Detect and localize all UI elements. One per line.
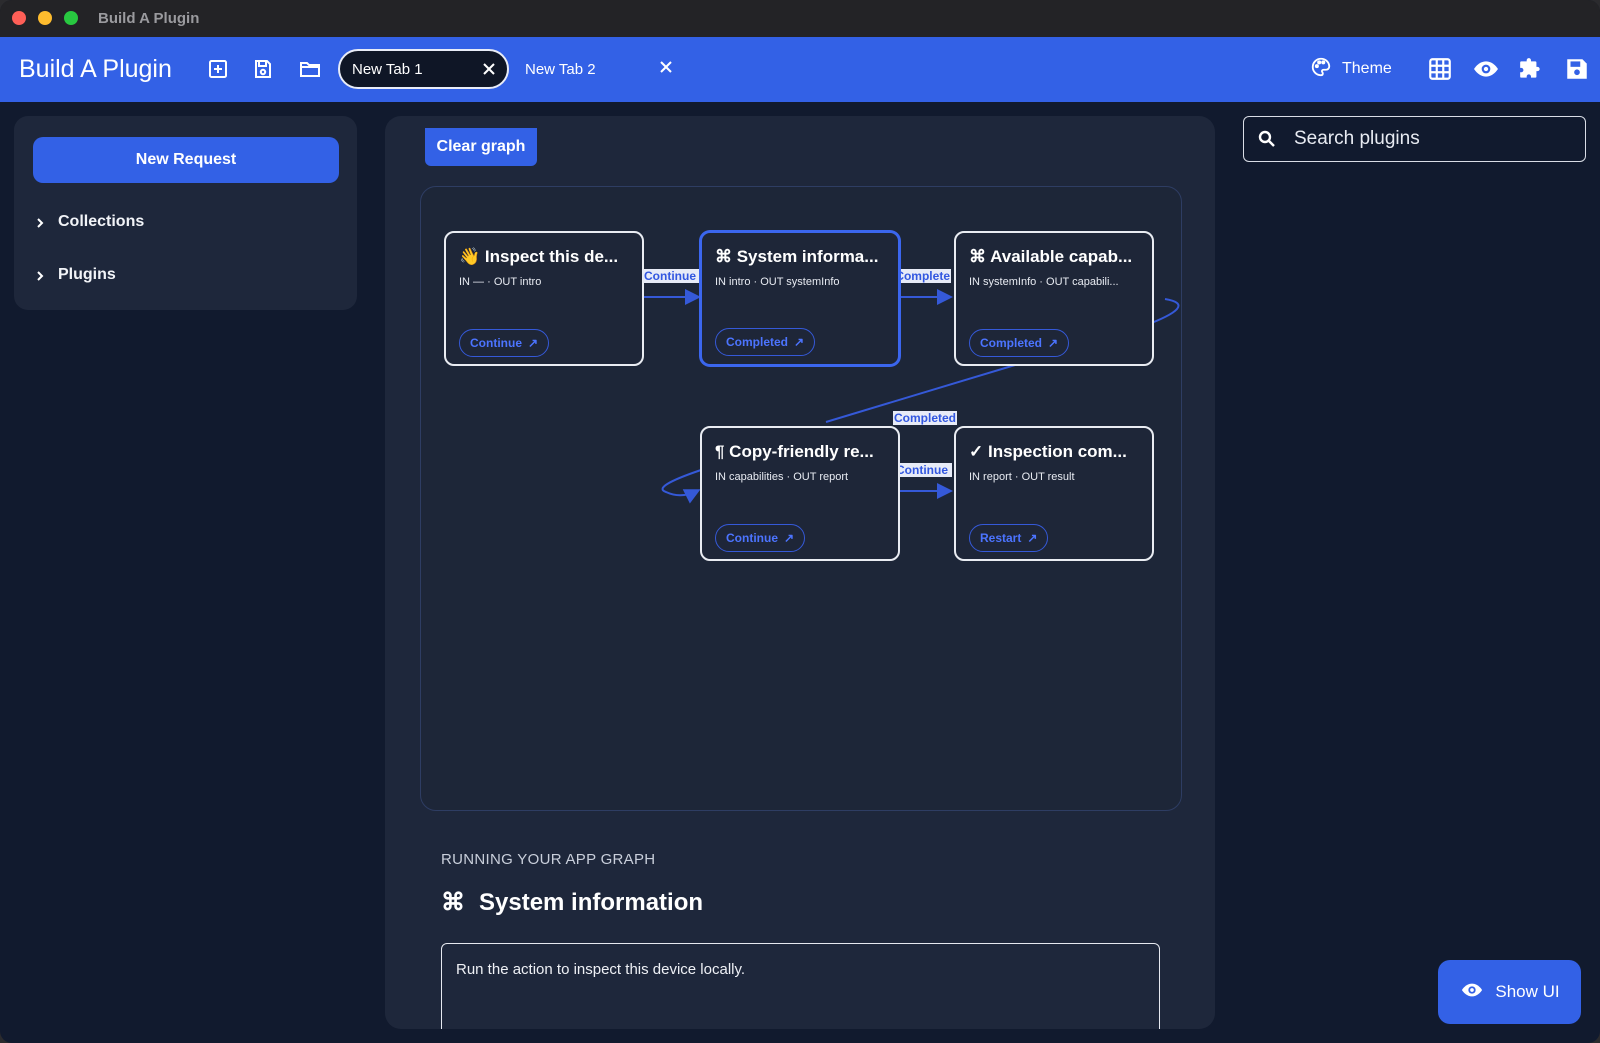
node-io: IN capabilities · OUT report	[715, 471, 849, 483]
show-ui-label: Show UI	[1495, 982, 1560, 1001]
arrow-up-right-icon: ↗	[1048, 336, 1059, 350]
edge-label: Completed	[893, 411, 958, 425]
node-title: ⌘ System informa...	[715, 247, 879, 266]
node-action-label: Completed	[726, 335, 789, 349]
close-window-button[interactable]	[12, 11, 26, 25]
node-title: ¶ Copy-friendly re...	[715, 442, 874, 461]
add-tab-icon[interactable]	[206, 57, 230, 81]
main-panel: Clear graph Continue Complete Completed …	[385, 116, 1215, 1029]
graph-node[interactable]: ⌘ Available capab... IN systemInfo · OUT…	[954, 231, 1154, 366]
node-action-label: Restart	[980, 531, 1022, 545]
search-icon	[1258, 130, 1276, 148]
arrow-up-right-icon: ↗	[784, 531, 795, 545]
node-action-button[interactable]: Continue ↗	[459, 329, 550, 357]
graph-node[interactable]: ¶ Copy-friendly re... IN capabilities · …	[700, 426, 900, 561]
node-title: 👋 Inspect this de...	[459, 247, 619, 266]
edge-label: Continue	[643, 269, 699, 283]
graph-node[interactable]: ✓ Inspection com... IN report · OUT resu…	[954, 426, 1154, 561]
graph-node[interactable]: 👋 Inspect this de... IN — · OUT intro Co…	[444, 231, 644, 366]
folder-icon[interactable]	[298, 57, 322, 81]
search-box	[1243, 116, 1586, 162]
show-ui-button[interactable]: Show UI	[1438, 960, 1581, 1024]
graph-canvas[interactable]: Continue Complete Completed Continue 👋 I…	[420, 186, 1182, 811]
arrow-up-right-icon: ↗	[794, 335, 805, 349]
tab-new-tab-2[interactable]: New Tab 2	[510, 49, 688, 89]
puzzle-icon[interactable]	[1518, 56, 1544, 82]
palette-icon	[1310, 56, 1332, 83]
sidebar-item-label: Collections	[58, 213, 145, 230]
close-icon[interactable]	[481, 61, 497, 77]
app-window: Build A Plugin Build A Plugin New Tab 1 …	[0, 0, 1600, 1043]
app-header: Build A Plugin New Tab 1 New Tab 2 Theme	[0, 37, 1600, 102]
node-title: ⌘ Available capab...	[969, 247, 1133, 266]
theme-button[interactable]: Theme	[1310, 57, 1392, 81]
sidebar-item-collections[interactable]: Collections	[34, 213, 144, 231]
grid-icon[interactable]	[1427, 56, 1453, 82]
node-action-button[interactable]: Completed ↗	[715, 328, 816, 356]
node-action-button[interactable]: Restart ↗	[969, 524, 1049, 552]
sidebar: New Request Collections Plugins	[14, 116, 357, 310]
node-action-button[interactable]: Completed ↗	[969, 329, 1070, 357]
graph-node[interactable]: ⌘ System informa... IN intro · OUT syste…	[700, 231, 900, 366]
node-action-label: Continue	[726, 531, 778, 545]
close-icon[interactable]	[658, 59, 674, 75]
eye-icon	[1459, 979, 1485, 1006]
node-action-label: Continue	[470, 336, 522, 350]
node-io: IN intro · OUT systemInfo	[715, 276, 840, 288]
running-section-label: RUNNING YOUR APP GRAPH	[441, 851, 656, 868]
title-bar: Build A Plugin	[0, 0, 1600, 37]
node-action-button[interactable]: Continue ↗	[715, 524, 806, 552]
arrow-up-right-icon: ↗	[528, 336, 539, 350]
node-io: IN report · OUT result	[969, 471, 1075, 483]
clear-graph-button[interactable]: Clear graph	[425, 128, 537, 166]
zoom-window-button[interactable]	[64, 11, 78, 25]
tab-label: New Tab 1	[352, 60, 423, 78]
running-title-text: System information	[479, 888, 704, 916]
output-text: Run the action to inspect this device lo…	[456, 961, 746, 978]
save-icon[interactable]	[251, 57, 275, 81]
running-title: ⌘ System information	[441, 888, 703, 917]
node-title: ✓ Inspection com...	[969, 442, 1127, 461]
node-action-label: Completed	[980, 336, 1043, 350]
command-icon: ⌘	[441, 889, 465, 916]
window-title: Build A Plugin	[98, 10, 200, 27]
sidebar-item-label: Plugins	[58, 266, 116, 283]
arrow-up-right-icon: ↗	[1027, 531, 1038, 545]
new-request-button[interactable]: New Request	[33, 137, 339, 183]
node-io: IN systemInfo · OUT capabili...	[969, 276, 1119, 288]
edge-3-4-end	[661, 469, 702, 504]
chevron-right-icon	[34, 269, 46, 281]
search-input[interactable]	[1294, 117, 1574, 160]
edge-label: Continue	[895, 463, 952, 477]
minimize-window-button[interactable]	[38, 11, 52, 25]
tab-label: New Tab 2	[525, 60, 596, 78]
eye-icon[interactable]	[1472, 56, 1500, 82]
theme-label: Theme	[1342, 60, 1392, 77]
node-io: IN — · OUT intro	[459, 276, 542, 288]
chevron-right-icon	[34, 216, 46, 228]
output-box: Run the action to inspect this device lo…	[441, 943, 1160, 1029]
save-icon[interactable]	[1564, 56, 1590, 82]
tab-new-tab-1[interactable]: New Tab 1	[338, 49, 509, 89]
edge-label: Complete	[895, 269, 951, 283]
app-title: Build A Plugin	[19, 55, 172, 83]
sidebar-item-plugins[interactable]: Plugins	[34, 266, 116, 284]
